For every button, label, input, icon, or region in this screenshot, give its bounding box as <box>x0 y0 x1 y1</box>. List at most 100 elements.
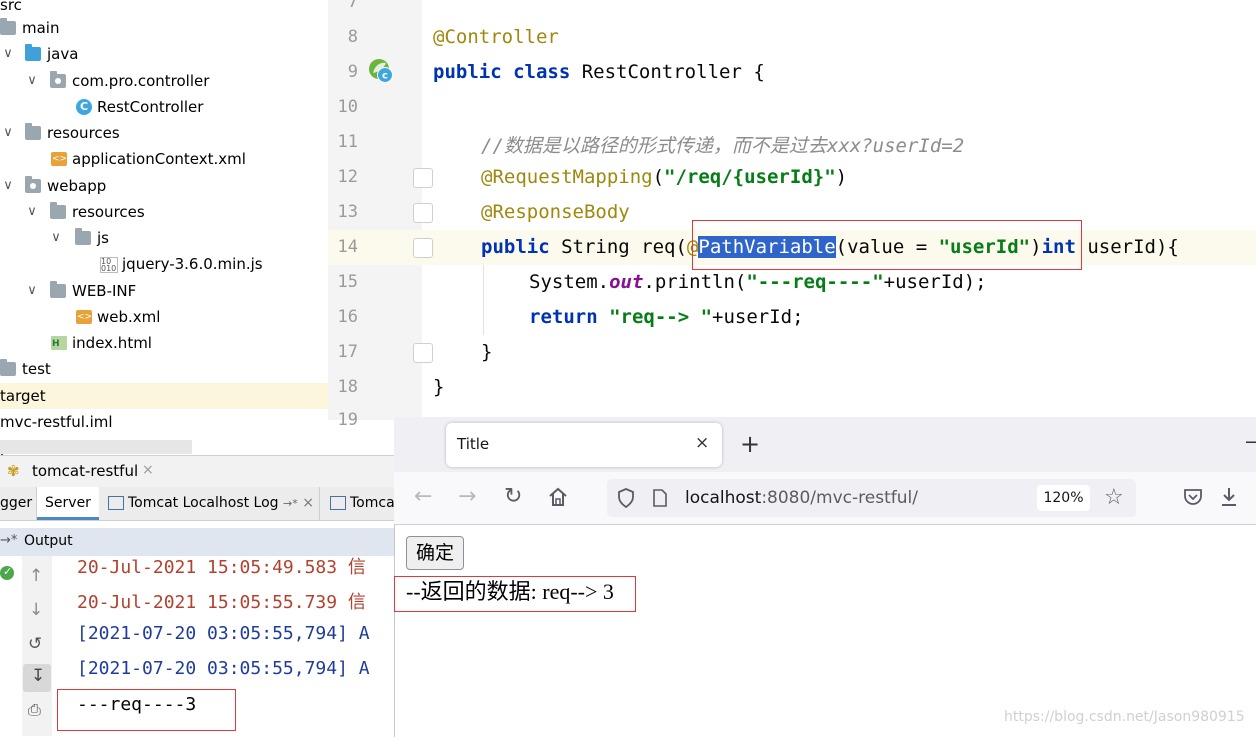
log-icon <box>108 496 124 510</box>
run-config-title[interactable]: tomcat-restful <box>32 462 138 480</box>
close-icon[interactable]: × <box>302 495 314 511</box>
indent-guide <box>483 265 484 335</box>
reload-icon[interactable]: ↻ <box>504 485 522 509</box>
annotation-token: @RequestMapping <box>481 166 653 188</box>
fold-marker[interactable] <box>413 343 433 363</box>
tab-tomcat-localhost-log[interactable]: Tomcat Localhost Log →* × <box>100 487 320 520</box>
output-label: Output <box>24 533 73 549</box>
chevron-down-icon[interactable]: ∨ <box>0 120 16 146</box>
highlight-box-pathvariable <box>692 220 1082 270</box>
highlight-box-log <box>57 689 236 731</box>
field-token: out <box>609 271 644 293</box>
line-number: 7 <box>347 0 358 12</box>
code-line-13: @ResponseBody <box>481 201 630 223</box>
fold-marker[interactable] <box>413 238 433 258</box>
code-line-12: @RequestMapping("/req/{userId}") <box>481 166 847 188</box>
arrow-icon[interactable]: →* <box>0 533 17 548</box>
check-icon: ✓ <box>0 565 14 580</box>
class-icon: C <box>76 99 92 115</box>
tab-tomcat-catalina-log[interactable]: Tomca <box>322 487 395 520</box>
tree-item-target[interactable]: target <box>0 383 328 409</box>
print-icon[interactable]: ⎙ <box>28 700 41 720</box>
url-text[interactable]: localhost:8080/mvc-restful/ <box>685 488 918 508</box>
tab-label: Tomca <box>350 495 395 511</box>
folder-icon <box>75 228 91 245</box>
log-icon <box>330 496 346 510</box>
string-token: "req--> " <box>597 306 713 328</box>
tab-server[interactable]: Server <box>37 487 99 520</box>
home-icon[interactable] <box>548 486 568 508</box>
window-minimize-icon[interactable]: — <box>1245 429 1256 453</box>
chevron-down-icon[interactable]: ∨ <box>0 41 16 67</box>
arrow-down-icon[interactable]: ↓ <box>29 600 43 620</box>
line-number: 12 <box>337 167 358 187</box>
code-token: .println( <box>643 271 747 293</box>
folder-icon <box>0 18 16 35</box>
scroll-to-end-icon[interactable]: ↧ <box>23 664 51 692</box>
fold-marker[interactable] <box>413 203 433 223</box>
class-name-token: RestController { <box>570 61 765 83</box>
chevron-down-icon[interactable]: ∨ <box>0 173 16 199</box>
spring-bean-gutter-icon[interactable]: c <box>368 58 394 84</box>
keyword-token: public <box>433 61 502 83</box>
code-token: +userId; <box>712 306 804 328</box>
line-number: 9 <box>347 62 358 82</box>
download-icon[interactable] <box>1219 486 1239 508</box>
line-number: 17 <box>337 342 358 362</box>
web-folder-icon <box>25 176 41 193</box>
pin-icon[interactable]: →* <box>283 497 298 510</box>
output-toolbar: ↑ ↓ ↺ ↧ ⎙ <box>22 556 52 736</box>
url-path: :8080/mvc-restful/ <box>761 488 918 508</box>
back-icon[interactable]: ← <box>414 485 432 509</box>
tree-item-label: resources <box>47 124 120 142</box>
line-number: 13 <box>337 202 358 222</box>
comment-token: //数据是以路径的形式传递，而不是过去xxx?userId=2 <box>481 135 965 157</box>
tree-item-label: src <box>0 0 22 14</box>
zoom-level[interactable]: 120% <box>1037 485 1090 511</box>
horizontal-scrollbar[interactable] <box>0 440 192 454</box>
paren-token: ( <box>652 166 665 188</box>
arrow-up-icon[interactable]: ↑ <box>29 566 43 586</box>
fold-marker[interactable] <box>413 168 433 188</box>
tree-item-label: webapp <box>47 177 107 195</box>
line-number: 15 <box>337 272 358 292</box>
code-line-8: @Controller <box>433 26 559 48</box>
output-header: →* Output <box>0 528 395 556</box>
tab-title: Title <box>457 435 490 453</box>
line-number: 11 <box>337 132 358 152</box>
code-line-15: System.out.println("---req----"+userId); <box>529 271 987 293</box>
confirm-button[interactable]: 确定 <box>406 536 464 570</box>
paren-token: ) <box>835 166 848 188</box>
chevron-down-icon[interactable]: ∨ <box>24 278 40 304</box>
tree-item-label: resources <box>72 203 145 221</box>
soft-wrap-icon[interactable]: ↺ <box>28 634 42 654</box>
bookmark-star-icon[interactable]: ☆ <box>1104 485 1124 510</box>
chevron-down-icon[interactable]: ∨ <box>48 225 64 251</box>
tree-item-label: index.html <box>72 334 152 352</box>
close-icon[interactable]: × <box>695 433 709 453</box>
keyword-token: public <box>481 236 550 258</box>
chevron-down-icon[interactable]: ∨ <box>24 199 40 225</box>
tomcat-icon: ✾ <box>7 462 20 480</box>
new-tab-icon[interactable]: + <box>740 430 760 458</box>
code-line-17: } <box>481 341 492 363</box>
tab-label: Server <box>45 495 91 511</box>
forward-icon[interactable]: → <box>458 485 476 509</box>
chevron-down-icon[interactable]: ∨ <box>24 68 40 94</box>
package-icon <box>50 71 66 88</box>
brace-token: } <box>481 341 493 363</box>
js-file-icon: 10 010 <box>100 257 118 273</box>
folder-icon <box>0 359 16 376</box>
shield-icon[interactable] <box>617 488 635 509</box>
annotation-token: @Controller <box>433 26 559 48</box>
pocket-icon[interactable] <box>1183 487 1203 507</box>
close-icon[interactable]: × <box>142 462 154 478</box>
code-token: String req( <box>549 236 687 258</box>
line-number: 18 <box>337 377 358 397</box>
browser-tab[interactable]: Title × <box>446 423 722 467</box>
tree-item-label: main <box>22 19 60 37</box>
resources-folder-icon <box>25 123 41 140</box>
tab-debugger[interactable]: gger <box>0 487 37 520</box>
tree-item-label: mvc-restful.iml <box>0 413 113 431</box>
brace-token: } <box>433 376 445 398</box>
